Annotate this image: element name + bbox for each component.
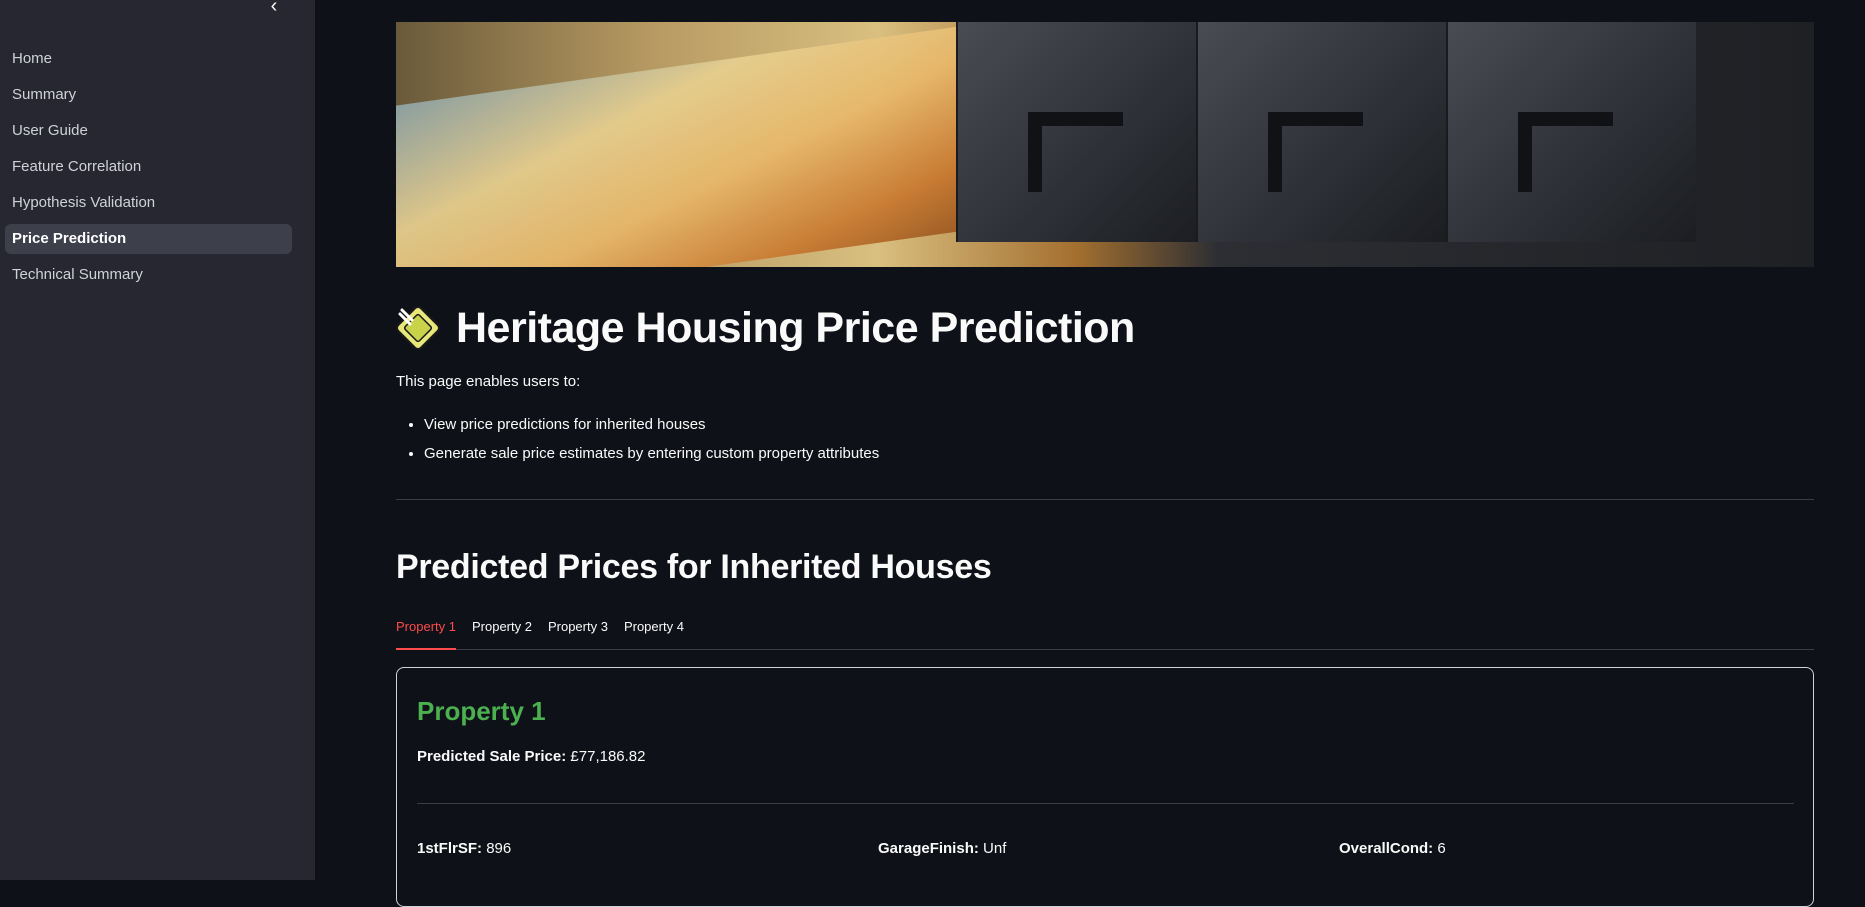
intro-text: This page enables users to:	[396, 373, 581, 390]
property-tabs: Property 1 Property 2 Property 3 Propert…	[396, 616, 1814, 650]
sidebar-item-price-prediction[interactable]: Price Prediction	[5, 224, 292, 254]
attribute-label: 1stFlrSF:	[417, 840, 483, 857]
sidebar-item-hypothesis-validation[interactable]: Hypothesis Validation	[5, 188, 292, 218]
house-price-emoji-icon	[396, 306, 440, 350]
tab-property-3[interactable]: Property 3	[548, 616, 608, 650]
attribute-1stflrsf: 1stFlrSF: 896	[417, 840, 511, 857]
house-model-graphic	[956, 22, 1206, 242]
sidebar-nav: Home Summary User Guide Feature Correlat…	[5, 44, 292, 296]
divider	[417, 803, 1794, 804]
sidebar-item-technical-summary[interactable]: Technical Summary	[5, 260, 292, 290]
tab-property-1[interactable]: Property 1	[396, 616, 456, 650]
sidebar: ‹ Home Summary User Guide Feature Correl…	[0, 0, 315, 880]
sidebar-item-summary[interactable]: Summary	[5, 80, 292, 110]
attribute-garagefinish: GarageFinish: Unf	[878, 840, 1006, 857]
attribute-value: 896	[486, 840, 512, 857]
attribute-overallcond: OverallCond: 6	[1339, 840, 1446, 857]
banner-image	[396, 22, 1814, 267]
price-label: Predicted Sale Price:	[417, 748, 567, 765]
page-header: Heritage Housing Price Prediction	[396, 302, 1135, 354]
attribute-value: Unf	[983, 840, 1007, 857]
card-title: Property 1	[417, 696, 546, 726]
sidebar-item-home[interactable]: Home	[5, 44, 292, 74]
price-value: £77,186.82	[570, 748, 646, 765]
attribute-value: 6	[1437, 840, 1446, 857]
house-model-graphic	[1446, 22, 1696, 242]
section-title: Predicted Prices for Inherited Houses	[396, 548, 992, 586]
attribute-label: GarageFinish:	[878, 840, 979, 857]
intro-bullet-list: View price predictions for inherited hou…	[396, 412, 879, 470]
divider	[396, 499, 1814, 500]
list-item: View price predictions for inherited hou…	[424, 412, 879, 441]
list-item: Generate sale price estimates by enterin…	[424, 441, 879, 470]
predicted-price: Predicted Sale Price: £77,186.82	[417, 748, 646, 765]
house-model-graphic	[1196, 22, 1446, 242]
property-card: Property 1 Predicted Sale Price: £77,186…	[396, 667, 1814, 907]
banknote-graphic	[396, 22, 1016, 267]
sidebar-item-user-guide[interactable]: User Guide	[5, 116, 292, 146]
sidebar-item-feature-correlation[interactable]: Feature Correlation	[5, 152, 292, 182]
attribute-label: OverallCond:	[1339, 840, 1434, 857]
tab-property-2[interactable]: Property 2	[472, 616, 532, 650]
collapse-sidebar-icon[interactable]: ‹	[262, 0, 286, 18]
tab-property-4[interactable]: Property 4	[624, 616, 684, 650]
page-title: Heritage Housing Price Prediction	[456, 303, 1135, 352]
